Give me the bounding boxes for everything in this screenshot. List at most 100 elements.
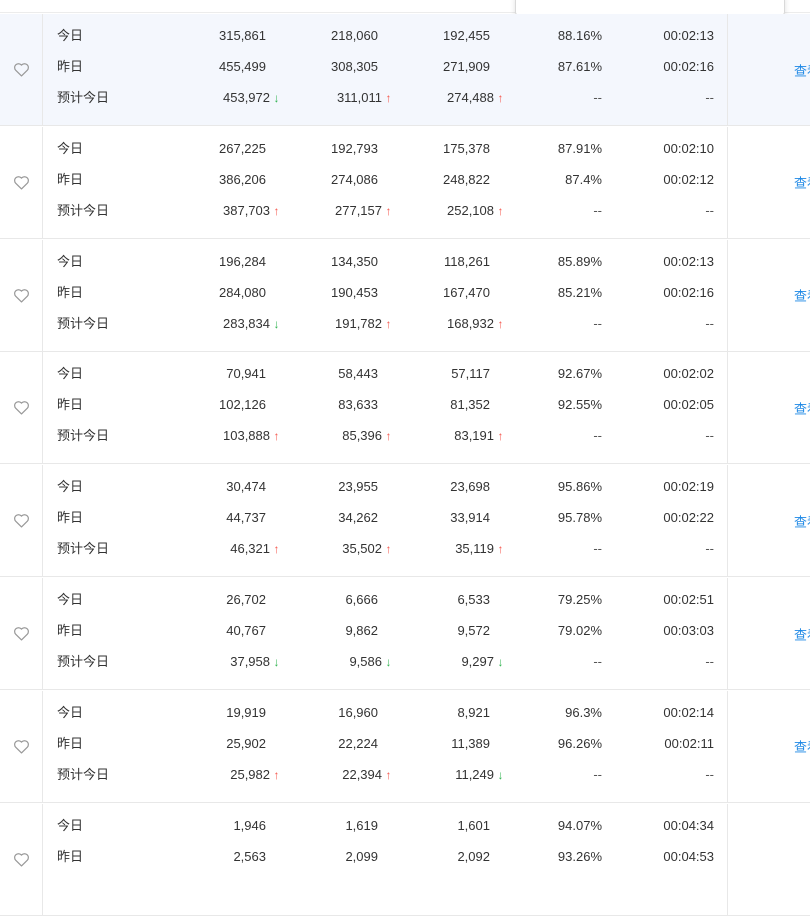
metric-3-cell: 35,119 ↑ <box>455 539 507 559</box>
row-yesterday: 昨日 40,767 9,862 9,572 79.02% 00:03:03 <box>0 621 727 641</box>
metric-value: 19,919 <box>226 704 266 720</box>
rate-cell: -- <box>593 315 602 331</box>
rate-cell: 87.4% <box>565 171 602 187</box>
metric-3-cell: 274,488 ↑ <box>447 88 507 108</box>
metric-value: 6,666 <box>345 592 378 607</box>
rate-cell: 95.78% <box>557 510 602 526</box>
metric-value: 83,191 <box>454 428 494 444</box>
arrow-up-icon: ↑ <box>273 767 280 782</box>
metric-2-cell: 218,060 <box>331 26 395 46</box>
metric-value: 11,389 <box>451 735 490 751</box>
duration-cell: -- <box>705 315 714 331</box>
metric-3-cell: 83,191 ↑ <box>454 426 507 446</box>
row-label: 预计今日 <box>57 202 110 218</box>
metric-1-cell: 453,972 ↓ <box>223 88 283 108</box>
arrow-up-icon: ↑ <box>385 767 392 782</box>
metric-value: 387,703 <box>223 202 270 218</box>
row-yesterday: 昨日 2,563 2,099 2,092 93.26% 00:04:53 <box>0 847 727 867</box>
metric-1-cell: 25,982 ↑ <box>230 765 283 785</box>
metric-value: 57,117 <box>451 366 490 382</box>
row-forecast: 预计今日 453,972 ↓ 311,011 ↑ 274,488 ↑ -- -- <box>0 88 727 108</box>
metric-value: 118,261 <box>443 253 490 269</box>
row-forecast: 预计今日 37,958 ↓ 9,586 ↓ 9,297 ↓ -- -- <box>0 652 727 672</box>
metric-value: 274,086 <box>331 171 378 187</box>
metric-value: 190,453 <box>331 284 378 300</box>
row-label: 昨日 <box>57 59 84 74</box>
view-details-link[interactable]: 查看 <box>794 737 810 756</box>
metric-1-cell: 19,919 <box>226 703 283 723</box>
metric-2-cell: 277,157 ↑ <box>335 201 395 221</box>
row-forecast: 预计今日 103,888 ↑ 85,396 ↑ 83,191 ↑ -- -- <box>0 426 727 446</box>
duration-cell: -- <box>705 428 714 444</box>
row-forecast: 预计今日 46,321 ↑ 35,502 ↑ 35,119 ↑ -- -- <box>0 539 727 559</box>
metric-value: 23,698 <box>450 479 490 495</box>
rate-cell: -- <box>593 766 602 782</box>
metric-2-cell: 6,666 <box>345 590 395 610</box>
duration-cell: 00:02:16 <box>663 284 714 300</box>
metric-3-cell: 167,470 <box>443 283 507 303</box>
metric-value: 168,932 <box>447 315 494 331</box>
view-details-link[interactable]: 查看 <box>794 511 810 530</box>
view-details-link[interactable]: 查看 <box>794 398 810 417</box>
view-details-link[interactable]: 查看 <box>794 173 810 192</box>
duration-cell: 00:02:05 <box>663 397 714 413</box>
metric-value: 37,958 <box>230 654 270 669</box>
metric-value: 9,586 <box>349 654 382 669</box>
metric-2-cell: 35,502 ↑ <box>342 539 395 559</box>
row-forecast: 预计今日 283,834 ↓ 191,782 ↑ 168,932 ↑ -- -- <box>0 314 727 334</box>
rate-cell: -- <box>593 428 602 444</box>
metric-value: 267,225 <box>219 140 266 156</box>
view-details-link[interactable]: 查看 <box>794 286 810 305</box>
row-label: 昨日 <box>57 284 84 300</box>
data-row-group: 今日 26,702 6,666 6,533 79.25% 00:02:51 昨日 40,767… <box>0 578 810 690</box>
metric-value: 192,793 <box>331 140 378 156</box>
duration-cell: 00:02:16 <box>663 59 714 74</box>
data-row-group: 今日 267,225 192,793 175,378 87.91% 00:02:10 昨日 3… <box>0 126 810 239</box>
arrow-up-icon: ↑ <box>497 203 504 218</box>
data-row-group: 今日 196,284 134,350 118,261 85.89% 00:02:13 昨日 2… <box>0 239 810 352</box>
metric-3-cell: 2,092 <box>457 847 507 867</box>
view-details-link[interactable]: 查看 <box>794 60 810 79</box>
metric-value: 22,224 <box>338 735 378 751</box>
arrow-down-icon: ↓ <box>497 655 504 669</box>
metric-2-cell: 9,586 ↓ <box>349 652 395 672</box>
metric-value: 85,396 <box>342 428 382 444</box>
row-label: 预计今日 <box>57 766 110 782</box>
metric-3-cell: 11,389 <box>451 734 507 754</box>
arrow-up-icon: ↑ <box>497 542 504 557</box>
metric-value: 218,060 <box>331 28 378 43</box>
metric-1-cell: 2,563 <box>233 847 283 867</box>
metric-value: 34,262 <box>338 510 378 526</box>
metric-1-cell: 196,284 <box>219 252 283 272</box>
column-divider <box>727 239 728 351</box>
metric-value: 16,960 <box>338 704 378 720</box>
metric-2-cell: 16,960 <box>338 703 395 723</box>
row-label: 今日 <box>57 28 84 43</box>
view-details-link[interactable]: 查看 <box>794 624 810 643</box>
metric-value: 274,488 <box>447 90 494 105</box>
rate-cell: 92.67% <box>557 366 602 382</box>
rate-cell: 96.26% <box>557 735 602 751</box>
data-row-group: 今日 70,941 58,443 57,117 92.67% 00:02:02 昨日 102,… <box>0 352 810 465</box>
arrow-up-icon: ↑ <box>385 429 392 444</box>
metric-1-cell: 455,499 <box>219 57 283 77</box>
metric-3-cell: 33,914 <box>450 508 507 528</box>
metric-2-cell: 83,633 <box>338 395 395 415</box>
row-yesterday: 昨日 44,737 34,262 33,914 95.78% 00:02:22 <box>0 508 727 528</box>
metric-value: 311,011 <box>336 90 382 105</box>
metric-1-cell: 44,737 <box>226 508 283 528</box>
metric-value: 26,702 <box>226 592 266 607</box>
rate-cell: 96.3% <box>565 704 602 720</box>
metric-3-cell: 23,698 <box>450 477 507 497</box>
row-label: 昨日 <box>57 171 84 187</box>
row-yesterday: 昨日 284,080 190,453 167,470 85.21% 00:02:16 <box>0 283 727 303</box>
metric-1-cell: 70,941 <box>226 364 283 384</box>
row-today: 今日 1,946 1,619 1,601 94.07% 00:04:34 <box>0 816 727 836</box>
metric-3-cell: 248,822 <box>443 170 507 190</box>
duration-cell: 00:02:12 <box>663 171 714 187</box>
arrow-up-icon: ↑ <box>273 203 280 218</box>
duration-cell: 00:02:13 <box>663 253 714 269</box>
metric-value: 22,394 <box>342 766 382 782</box>
row-label: 预计今日 <box>57 541 110 557</box>
row-label: 预计今日 <box>57 654 110 669</box>
